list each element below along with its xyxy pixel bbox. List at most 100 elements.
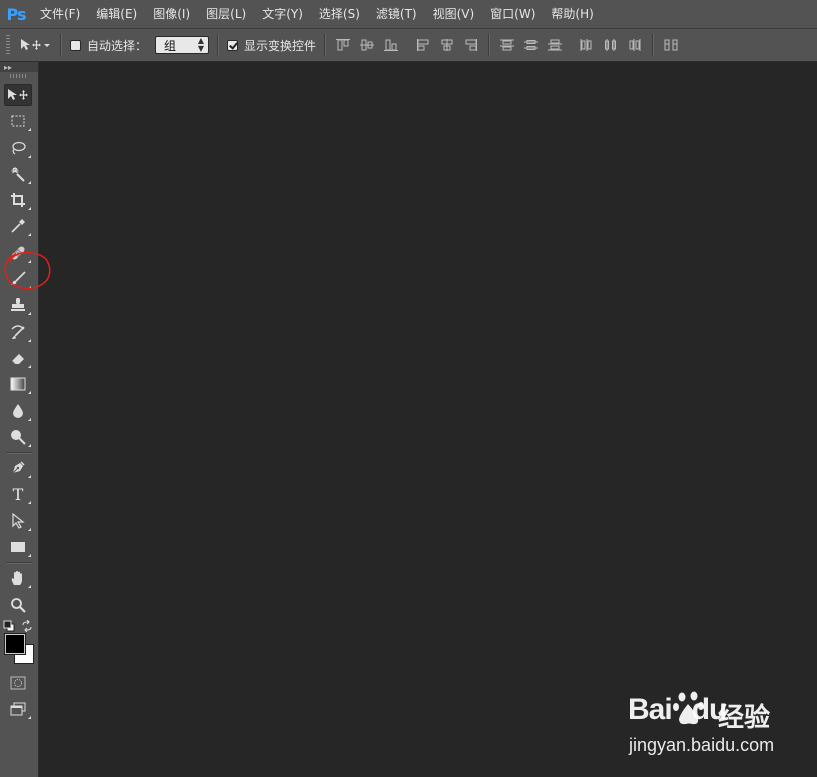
baidu-jingyan-watermark: Bai du 经验 jingyan.baidu.com	[600, 688, 800, 768]
crop-tool[interactable]	[4, 189, 32, 211]
watermark-brand-bai: Bai	[628, 693, 673, 726]
flyout-indicator	[28, 338, 31, 342]
hand-tool[interactable]	[4, 567, 32, 589]
crop-icon	[11, 193, 25, 208]
flyout-indicator	[28, 391, 31, 395]
dodge-icon	[11, 429, 26, 445]
move-icon	[21, 39, 41, 50]
eraser-tool[interactable]	[4, 347, 32, 369]
history-brush-tool[interactable]	[4, 321, 32, 343]
flyout-indicator	[28, 417, 31, 421]
distribute-hcenter-icon[interactable]	[602, 36, 620, 54]
menu-layer[interactable]: 图层(L)	[198, 0, 254, 28]
menu-bar: Ps 文件(F) 编辑(E) 图像(I) 图层(L) 文字(Y) 选择(S) 滤…	[0, 0, 817, 29]
tool-preset-picker[interactable]	[20, 38, 52, 52]
align-vertical-group	[334, 36, 400, 54]
dodge-tool[interactable]	[4, 426, 32, 448]
flyout-indicator	[28, 527, 31, 531]
distribute-bottom-icon[interactable]	[546, 36, 564, 54]
show-transform-checkbox[interactable]	[227, 39, 239, 51]
default-colors-icon[interactable]	[3, 620, 15, 632]
screen-mode-toggle[interactable]	[4, 698, 32, 720]
foreground-color-swatch[interactable]	[4, 632, 26, 655]
distribute-top-icon[interactable]	[498, 36, 516, 54]
menu-select[interactable]: 选择(S)	[311, 0, 368, 28]
auto-select-label: 自动选择：	[87, 38, 148, 53]
tools-separator	[6, 452, 32, 455]
menu-filter[interactable]: 滤镜(T)	[368, 0, 425, 28]
quick-mask-toggle[interactable]	[4, 672, 32, 694]
auto-select-value: 组	[164, 38, 177, 53]
tools-separator	[6, 562, 32, 565]
marquee-tool[interactable]	[4, 110, 32, 132]
menu-help[interactable]: 帮助(H)	[543, 0, 601, 28]
tools-panel-grip[interactable]	[10, 74, 28, 78]
zoom-tool[interactable]	[4, 594, 32, 616]
flyout-indicator	[28, 154, 31, 158]
move-tool[interactable]	[4, 84, 32, 106]
lasso-icon	[12, 141, 26, 155]
arrow-icon	[12, 512, 25, 529]
gradient-tool[interactable]	[4, 373, 32, 395]
pen-tool[interactable]	[4, 457, 32, 479]
double-chevron-icon[interactable]: ▸▸	[4, 63, 12, 72]
auto-select-checkbox[interactable]	[70, 39, 81, 51]
baidu-paw-icon	[673, 691, 704, 725]
distribute-right-icon[interactable]	[626, 36, 644, 54]
chevron-down-icon	[44, 44, 50, 47]
swap-colors-icon[interactable]	[21, 619, 33, 632]
menu-window[interactable]: 窗口(W)	[482, 0, 543, 28]
divider	[60, 34, 62, 56]
auto-select-dropdown[interactable]: 组 ▲ ▼	[155, 36, 210, 54]
menu-edit[interactable]: 编辑(E)	[88, 0, 145, 28]
flyout-indicator	[28, 233, 31, 237]
zoom-icon	[11, 597, 26, 613]
align-bottom-edges-icon[interactable]	[382, 36, 400, 54]
menu-file[interactable]: 文件(F)	[32, 0, 88, 28]
align-right-edges-icon[interactable]	[462, 36, 480, 54]
path-selection-tool[interactable]	[4, 510, 32, 532]
flyout-indicator	[28, 475, 31, 479]
menu-view[interactable]: 视图(V)	[425, 0, 483, 28]
flyout-indicator	[28, 585, 31, 589]
watermark-url: jingyan.baidu.com	[629, 735, 775, 755]
flyout-indicator	[28, 443, 31, 447]
distribute-horizontal-group	[578, 36, 644, 54]
distribute-left-icon[interactable]	[578, 36, 596, 54]
show-transform-label: 显示变换控件	[244, 38, 317, 53]
align-vertical-centers-icon[interactable]	[358, 36, 376, 54]
type-icon: T	[12, 484, 24, 504]
flyout-indicator	[28, 180, 31, 184]
eyedropper-icon	[11, 219, 25, 234]
flyout-indicator	[28, 364, 31, 368]
menu-image[interactable]: 图像(I)	[145, 0, 198, 28]
align-top-edges-icon[interactable]	[334, 36, 352, 54]
options-grip[interactable]	[6, 35, 10, 55]
divider	[488, 34, 491, 56]
flyout-indicator	[28, 554, 31, 558]
eyedropper-tool[interactable]	[4, 215, 32, 237]
quick-mask-icon	[10, 676, 26, 690]
blur-tool[interactable]	[4, 400, 32, 422]
auto-align-layers-icon[interactable]	[662, 36, 680, 54]
distribute-vcenter-icon[interactable]	[522, 36, 540, 54]
tools-panel-header[interactable]: ▸▸	[0, 62, 38, 72]
clone-stamp-tool[interactable]	[4, 294, 32, 316]
document-workspace[interactable]	[39, 62, 817, 777]
align-horizontal-centers-icon[interactable]	[438, 36, 456, 54]
flyout-indicator	[28, 716, 31, 720]
eraser-icon	[11, 353, 24, 365]
align-left-edges-icon[interactable]	[414, 36, 432, 54]
color-swatches	[0, 619, 38, 672]
magic-wand-icon	[11, 166, 25, 182]
ps-logo[interactable]: Ps	[0, 0, 32, 28]
magic-wand-tool[interactable]	[4, 163, 32, 185]
type-tool[interactable]: T	[4, 483, 32, 505]
drop-icon	[13, 403, 23, 418]
menu-type[interactable]: 文字(Y)	[254, 0, 311, 28]
flyout-indicator	[28, 501, 31, 505]
tools-panel: ▸▸ T	[0, 62, 39, 777]
rectangle-tool[interactable]	[4, 536, 32, 558]
updown-arrows-icon: ▲ ▼	[197, 36, 205, 53]
lasso-tool[interactable]	[4, 137, 32, 159]
